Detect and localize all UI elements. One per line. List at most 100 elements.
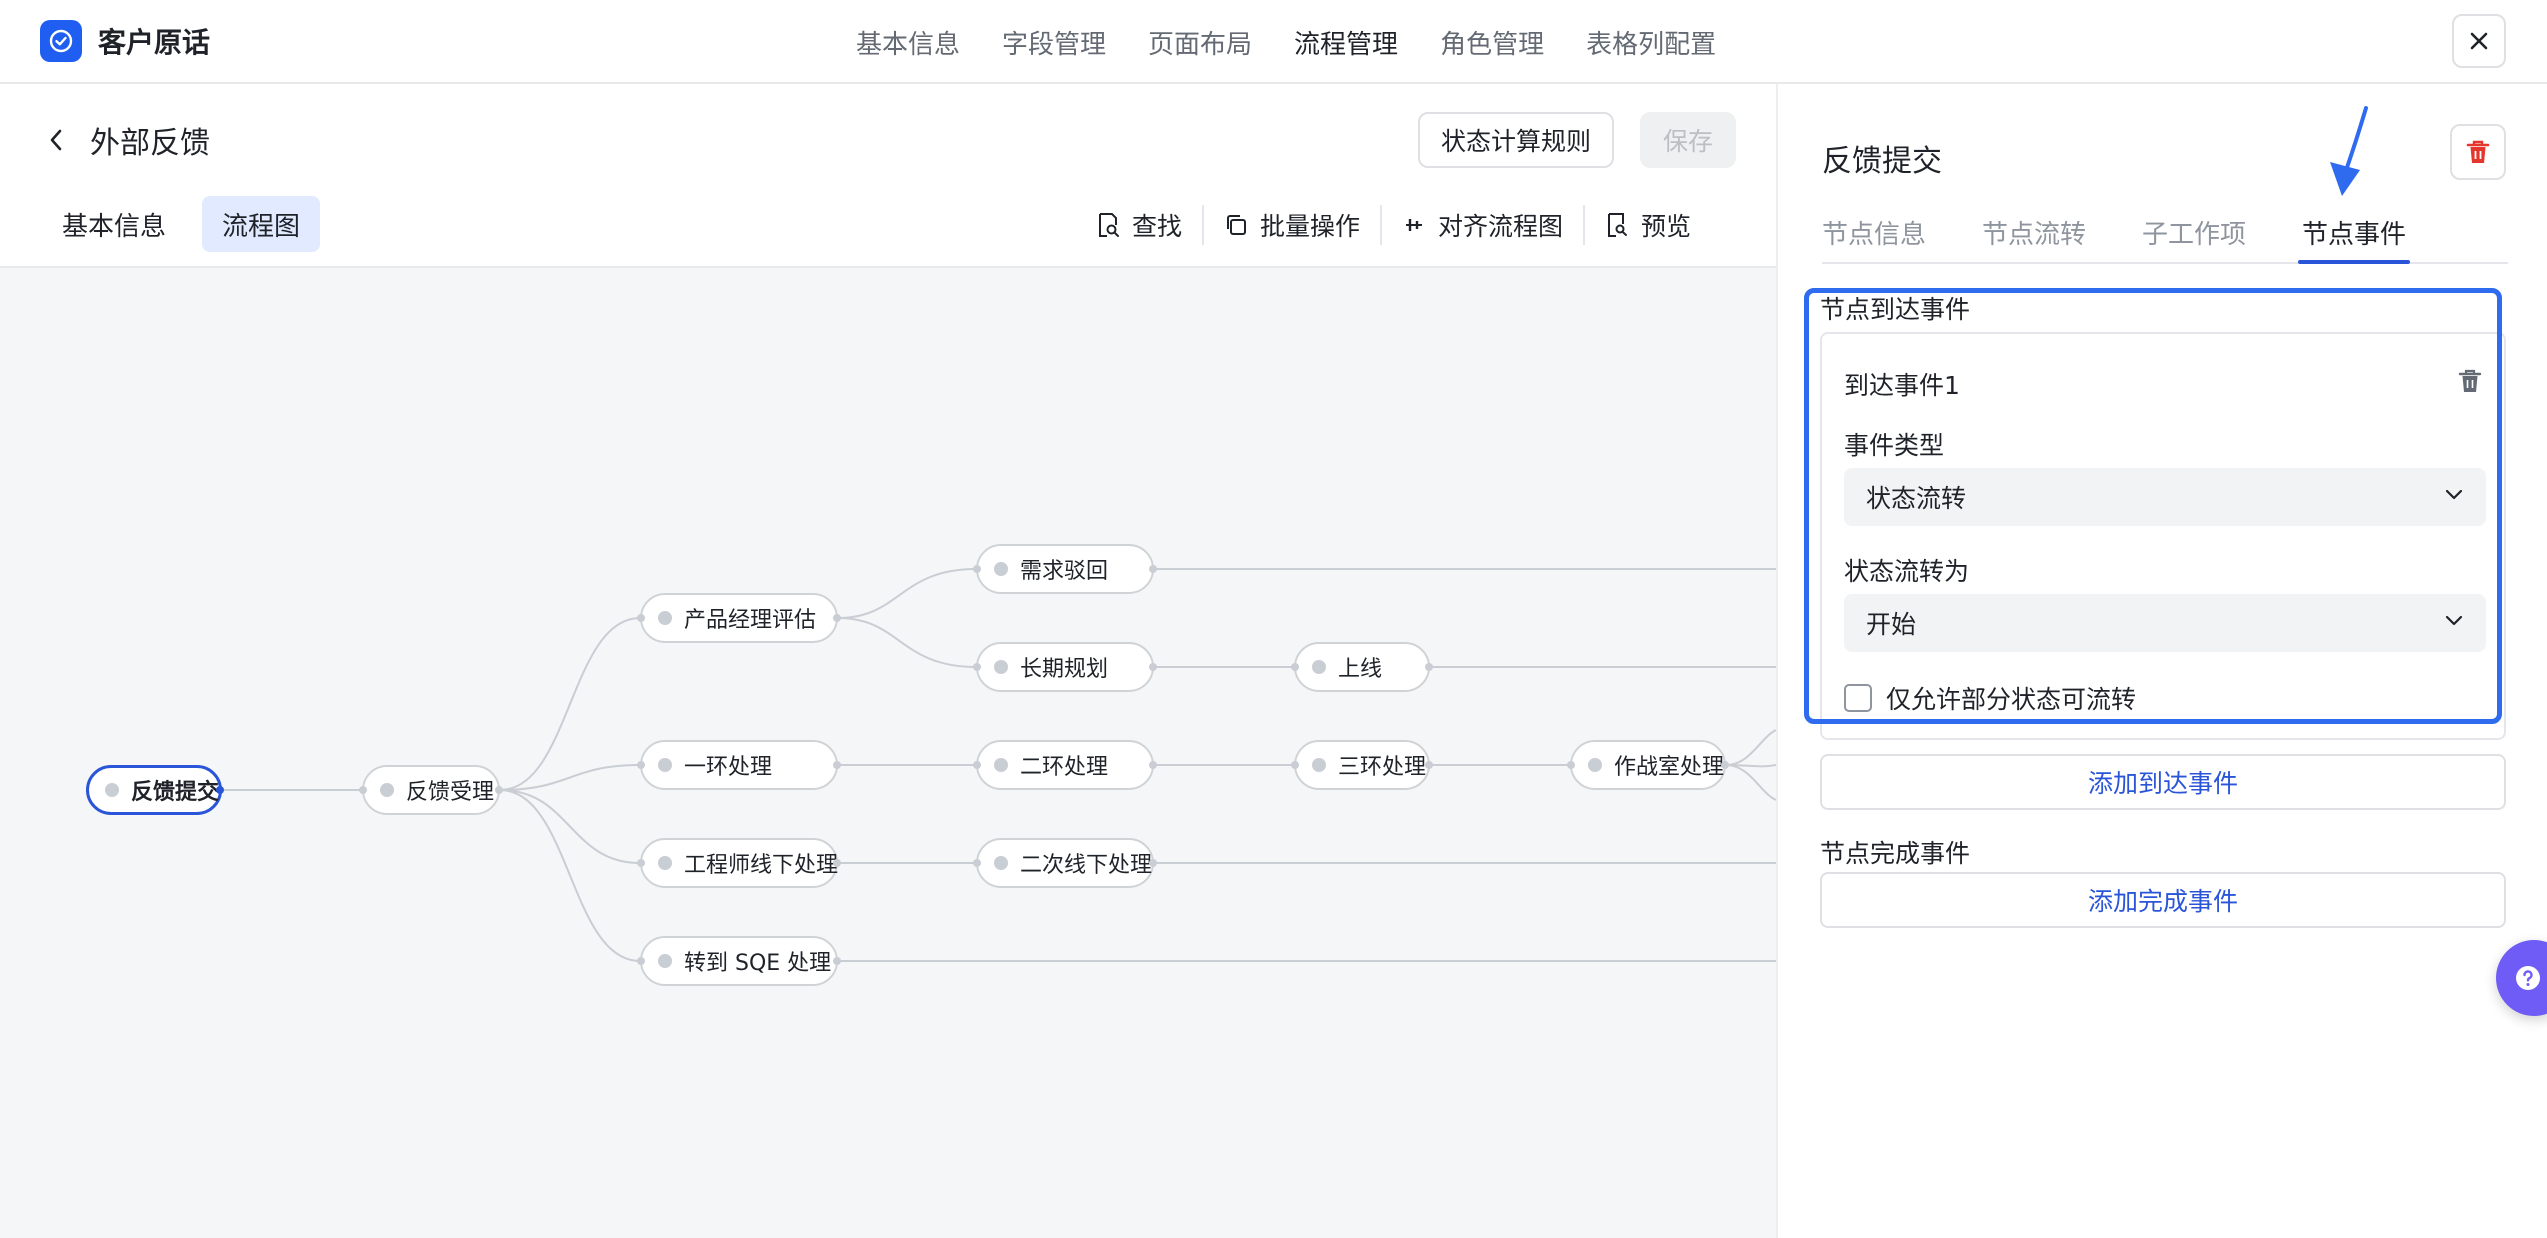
- node-port[interactable]: [495, 786, 503, 794]
- save-button[interactable]: 保存: [1640, 112, 1736, 168]
- preview-tool[interactable]: 预览: [1585, 203, 1711, 247]
- node-dot: [994, 856, 1008, 870]
- node-port[interactable]: [1721, 761, 1729, 769]
- nav-table-columns[interactable]: 表格列配置: [1586, 24, 1716, 61]
- node-port[interactable]: [833, 957, 841, 965]
- node-port[interactable]: [973, 859, 981, 867]
- node-port[interactable]: [1149, 663, 1157, 671]
- node-port[interactable]: [973, 761, 981, 769]
- status-rule-button[interactable]: 状态计算规则: [1418, 112, 1614, 168]
- brand: 客户原话: [40, 20, 210, 62]
- tab-node-info[interactable]: 节点信息: [1822, 214, 1926, 262]
- node-port[interactable]: [973, 663, 981, 671]
- node-dot: [994, 562, 1008, 576]
- flow-node-long-term[interactable]: 长期规划: [973, 642, 1157, 692]
- partial-status-label: 仅允许部分状态可流转: [1886, 685, 2137, 714]
- trash-icon: [2458, 369, 2482, 392]
- preview-icon: [1608, 213, 1628, 237]
- edge: [499, 789, 641, 864]
- node-port[interactable]: [637, 614, 645, 622]
- flow-node-feedback-accept[interactable]: 反馈受理: [359, 765, 503, 815]
- add-arrive-event-button[interactable]: 添加到达事件: [1820, 754, 2506, 810]
- flow-node-second-offline[interactable]: 二次线下处理: [973, 838, 1157, 888]
- event-type-label: 事件类型: [1844, 431, 1945, 460]
- node-label: 工程师线下处理: [684, 853, 839, 878]
- node-label: 二次线下处理: [1020, 853, 1153, 878]
- node-port[interactable]: [1425, 663, 1433, 671]
- node-port[interactable]: [833, 614, 841, 622]
- close-button[interactable]: [2452, 14, 2506, 68]
- node-label: 产品经理评估: [684, 608, 817, 633]
- node-dot: [1312, 660, 1326, 674]
- node-port[interactable]: [1291, 663, 1299, 671]
- preview-label: 预览: [1641, 212, 1692, 241]
- transition-target-select[interactable]: 开始: [1844, 594, 2486, 652]
- tab-node-events[interactable]: 节点事件: [2298, 214, 2411, 264]
- nav-flow-management[interactable]: 流程管理: [1294, 24, 1398, 61]
- flow-node-reject[interactable]: 需求驳回: [973, 544, 1157, 594]
- back-button[interactable]: [40, 122, 72, 158]
- top-nav: 基本信息 字段管理 页面布局 流程管理 角色管理 表格列配置: [856, 0, 1758, 84]
- node-port[interactable]: [637, 859, 645, 867]
- node-port[interactable]: [216, 786, 224, 794]
- tab-basic-info[interactable]: 基本信息: [42, 196, 186, 252]
- node-dot: [658, 856, 672, 870]
- node-port[interactable]: [637, 761, 645, 769]
- tab-flowchart[interactable]: 流程图: [202, 196, 321, 252]
- flow-node-launch[interactable]: 上线: [1291, 642, 1433, 692]
- question-icon: [2516, 966, 2540, 990]
- panel-tabs: 节点信息 节点流转 子工作项 节点事件: [1822, 214, 2508, 264]
- node-port[interactable]: [1149, 761, 1157, 769]
- node-port[interactable]: [1567, 761, 1575, 769]
- node-port[interactable]: [1149, 859, 1157, 867]
- batch-tool[interactable]: 批量操作: [1204, 203, 1380, 247]
- batch-label: 批量操作: [1260, 212, 1361, 241]
- arrive-event-section-label: 节点到达事件: [1820, 295, 1971, 324]
- nav-role-management[interactable]: 角色管理: [1440, 24, 1544, 61]
- flow-node-war-room[interactable]: 作战室处理: [1567, 740, 1729, 790]
- node-port[interactable]: [1425, 761, 1433, 769]
- flow-node-feedback-submit[interactable]: 反馈提交: [86, 765, 224, 815]
- node-label: 上线: [1338, 657, 1383, 682]
- flow-node-ring3[interactable]: 三环处理: [1291, 740, 1433, 790]
- partial-status-option[interactable]: 仅允许部分状态可流转: [1844, 680, 2136, 716]
- node-port[interactable]: [973, 565, 981, 573]
- flow-canvas[interactable]: 反馈提交 反馈受理 产品经理评估 一环处理 工程师线下处理 转到 SQE 处理 …: [0, 266, 1776, 1238]
- flow-node-pm-review[interactable]: 产品经理评估: [637, 593, 841, 643]
- partial-status-checkbox[interactable]: [1844, 684, 1872, 712]
- complete-event-section-label: 节点完成事件: [1820, 839, 1971, 868]
- find-tool[interactable]: 查找: [1094, 203, 1202, 247]
- node-port[interactable]: [833, 761, 841, 769]
- node-port[interactable]: [833, 859, 841, 867]
- event-name: 到达事件1: [1844, 371, 1960, 400]
- node-port[interactable]: [1149, 565, 1157, 573]
- find-label: 查找: [1132, 212, 1183, 241]
- edge: [499, 789, 641, 962]
- app-title: 客户原话: [98, 26, 211, 59]
- copy-icon: [1227, 215, 1247, 235]
- node-port[interactable]: [1291, 761, 1299, 769]
- flow-node-ring2[interactable]: 二环处理: [973, 740, 1157, 790]
- node-label: 一环处理: [684, 755, 773, 780]
- arrive-event-card: 到达事件1 事件类型 状态流转 状态流转为 开始 仅允许部分状态可流转: [1820, 332, 2506, 740]
- node-port[interactable]: [359, 786, 367, 794]
- node-label: 反馈提交: [131, 780, 220, 805]
- node-port[interactable]: [637, 957, 645, 965]
- align-tool[interactable]: 对齐流程图: [1382, 203, 1583, 247]
- delete-event-button[interactable]: [2458, 368, 2482, 398]
- flow-node-to-sqe[interactable]: 转到 SQE 处理: [637, 936, 841, 986]
- trash-icon: [2466, 140, 2490, 163]
- nav-page-layout[interactable]: 页面布局: [1148, 24, 1252, 61]
- add-complete-event-button[interactable]: 添加完成事件: [1820, 872, 2506, 928]
- panel-title: 反馈提交: [1822, 144, 1942, 179]
- tab-sub-work-items[interactable]: 子工作项: [2142, 214, 2246, 262]
- flow-node-engineer-offline[interactable]: 工程师线下处理: [637, 838, 841, 888]
- nav-field-management[interactable]: 字段管理: [1002, 24, 1106, 61]
- tab-node-transition[interactable]: 节点流转: [1982, 214, 2086, 262]
- delete-node-button[interactable]: [2450, 124, 2506, 180]
- nav-basic-info[interactable]: 基本信息: [856, 24, 960, 61]
- search-doc-icon: [1099, 213, 1119, 237]
- node-label: 二环处理: [1020, 755, 1109, 780]
- flow-node-ring1[interactable]: 一环处理: [637, 740, 841, 790]
- event-type-select[interactable]: 状态流转: [1844, 468, 2486, 526]
